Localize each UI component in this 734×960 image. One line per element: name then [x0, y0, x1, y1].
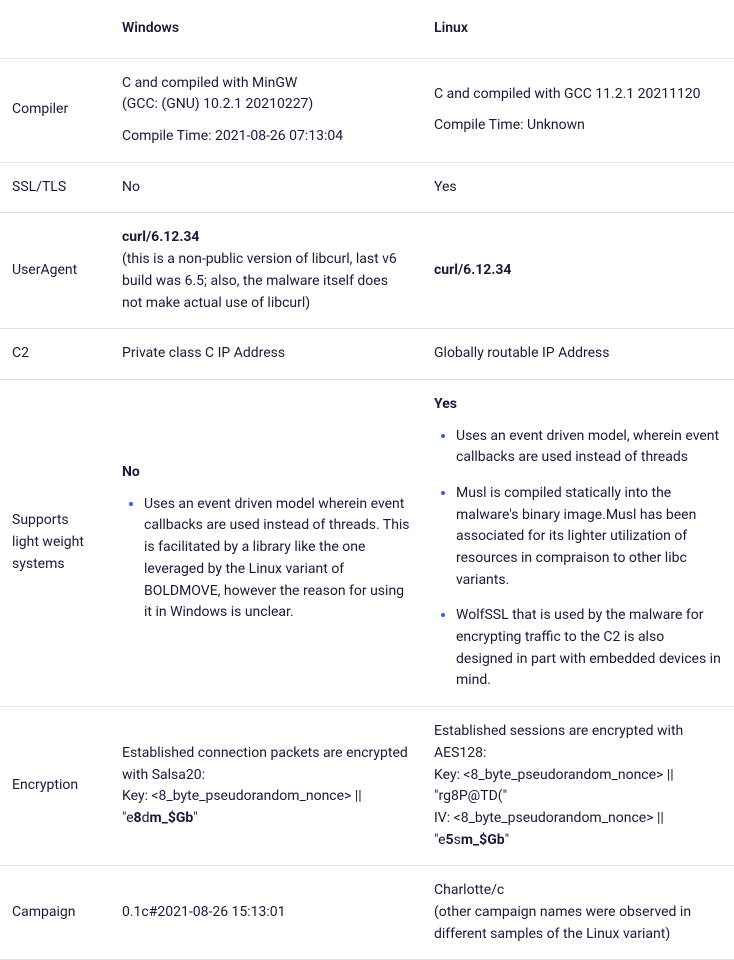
lightweight-flag: No	[122, 462, 410, 484]
comparison-table: Windows Linux Compiler C and compiled wi…	[0, 0, 734, 960]
text: m_$Gb	[149, 810, 193, 826]
cell-linux: C and compiled with GCC 11.2.1 20211120 …	[422, 58, 734, 162]
row-encryption: Encryption Established connection packet…	[0, 707, 734, 866]
useragent-note: (this is a non-public version of libcurl…	[122, 251, 397, 310]
row-compiler: Compiler C and compiled with MinGW (GCC:…	[0, 58, 734, 162]
cell-linux: Yes Uses an event driven model, wherein …	[422, 379, 734, 706]
row-label: Encryption	[0, 707, 110, 866]
text: Compile Time: Unknown	[434, 115, 722, 137]
text: Charlotte/c	[434, 882, 504, 898]
cell-linux: Yes	[422, 162, 734, 213]
text: C and compiled with GCC 11.2.1 20211120	[434, 84, 722, 106]
list-item: Uses an event driven model wherein event…	[144, 494, 410, 624]
cell-windows: 0.1c#2021-08-26 15:13:01	[110, 866, 422, 960]
row-lightweight: Supports light weight systems No Uses an…	[0, 379, 734, 706]
list-item: WolfSSL that is used by the malware for …	[456, 605, 722, 692]
lightweight-flag: Yes	[434, 394, 722, 416]
text: 5	[446, 832, 454, 848]
row-label: UserAgent	[0, 213, 110, 329]
row-label: C2	[0, 329, 110, 380]
useragent-value: curl/6.12.34	[122, 229, 199, 245]
row-useragent: UserAgent curl/6.12.34 (this is a non-pu…	[0, 213, 734, 329]
list-item: Musl is compiled statically into the mal…	[456, 483, 722, 591]
text: e	[126, 810, 133, 826]
cell-windows: Established connection packets are encry…	[110, 707, 422, 866]
cell-linux: Charlotte/c (other campaign names were o…	[422, 866, 734, 960]
header-windows: Windows	[110, 0, 422, 58]
row-ssl: SSL/TLS No Yes	[0, 162, 734, 213]
text: Established connection packets are encry…	[122, 745, 408, 783]
row-campaign: Campaign 0.1c#2021-08-26 15:13:01 Charlo…	[0, 866, 734, 960]
text: Compile Time: 2021-08-26 07:13:04	[122, 126, 410, 148]
list-item: Uses an event driven model, wherein even…	[456, 426, 722, 469]
row-label: SSL/TLS	[0, 162, 110, 213]
text: "	[193, 810, 197, 826]
text: s	[454, 832, 461, 848]
text: "	[505, 832, 509, 848]
cell-linux: Globally routable IP Address	[422, 329, 734, 380]
text: m_$Gb	[461, 832, 505, 848]
row-label: Compiler	[0, 58, 110, 162]
text: Key: <8_byte_pseudorandom_nonce> || "rg8…	[434, 767, 674, 805]
text: e	[438, 832, 445, 848]
header-blank	[0, 0, 110, 58]
row-label: Supports light weight systems	[0, 379, 110, 706]
row-c2: C2 Private class C IP Address Globally r…	[0, 329, 734, 380]
text: (other campaign names were observed in d…	[434, 904, 691, 942]
text: C and compiled with MinGW	[122, 75, 297, 91]
bullet-list: Uses an event driven model wherein event…	[122, 494, 410, 624]
useragent-value: curl/6.12.34	[434, 262, 511, 278]
header-row: Windows Linux	[0, 0, 734, 58]
cell-windows: Private class C IP Address	[110, 329, 422, 380]
cell-windows: No Uses an event driven model wherein ev…	[110, 379, 422, 706]
header-linux: Linux	[422, 0, 734, 58]
cell-windows: curl/6.12.34 (this is a non-public versi…	[110, 213, 422, 329]
text: (GCC: (GNU) 10.2.1 20210227)	[122, 96, 313, 112]
text: 8	[134, 810, 142, 826]
cell-windows: No	[110, 162, 422, 213]
cell-windows: C and compiled with MinGW (GCC: (GNU) 10…	[110, 58, 422, 162]
cell-linux: Established sessions are encrypted with …	[422, 707, 734, 866]
bullet-list: Uses an event driven model, wherein even…	[434, 426, 722, 693]
cell-linux: curl/6.12.34	[422, 213, 734, 329]
text: Established sessions are encrypted with …	[434, 723, 683, 761]
row-label: Campaign	[0, 866, 110, 960]
